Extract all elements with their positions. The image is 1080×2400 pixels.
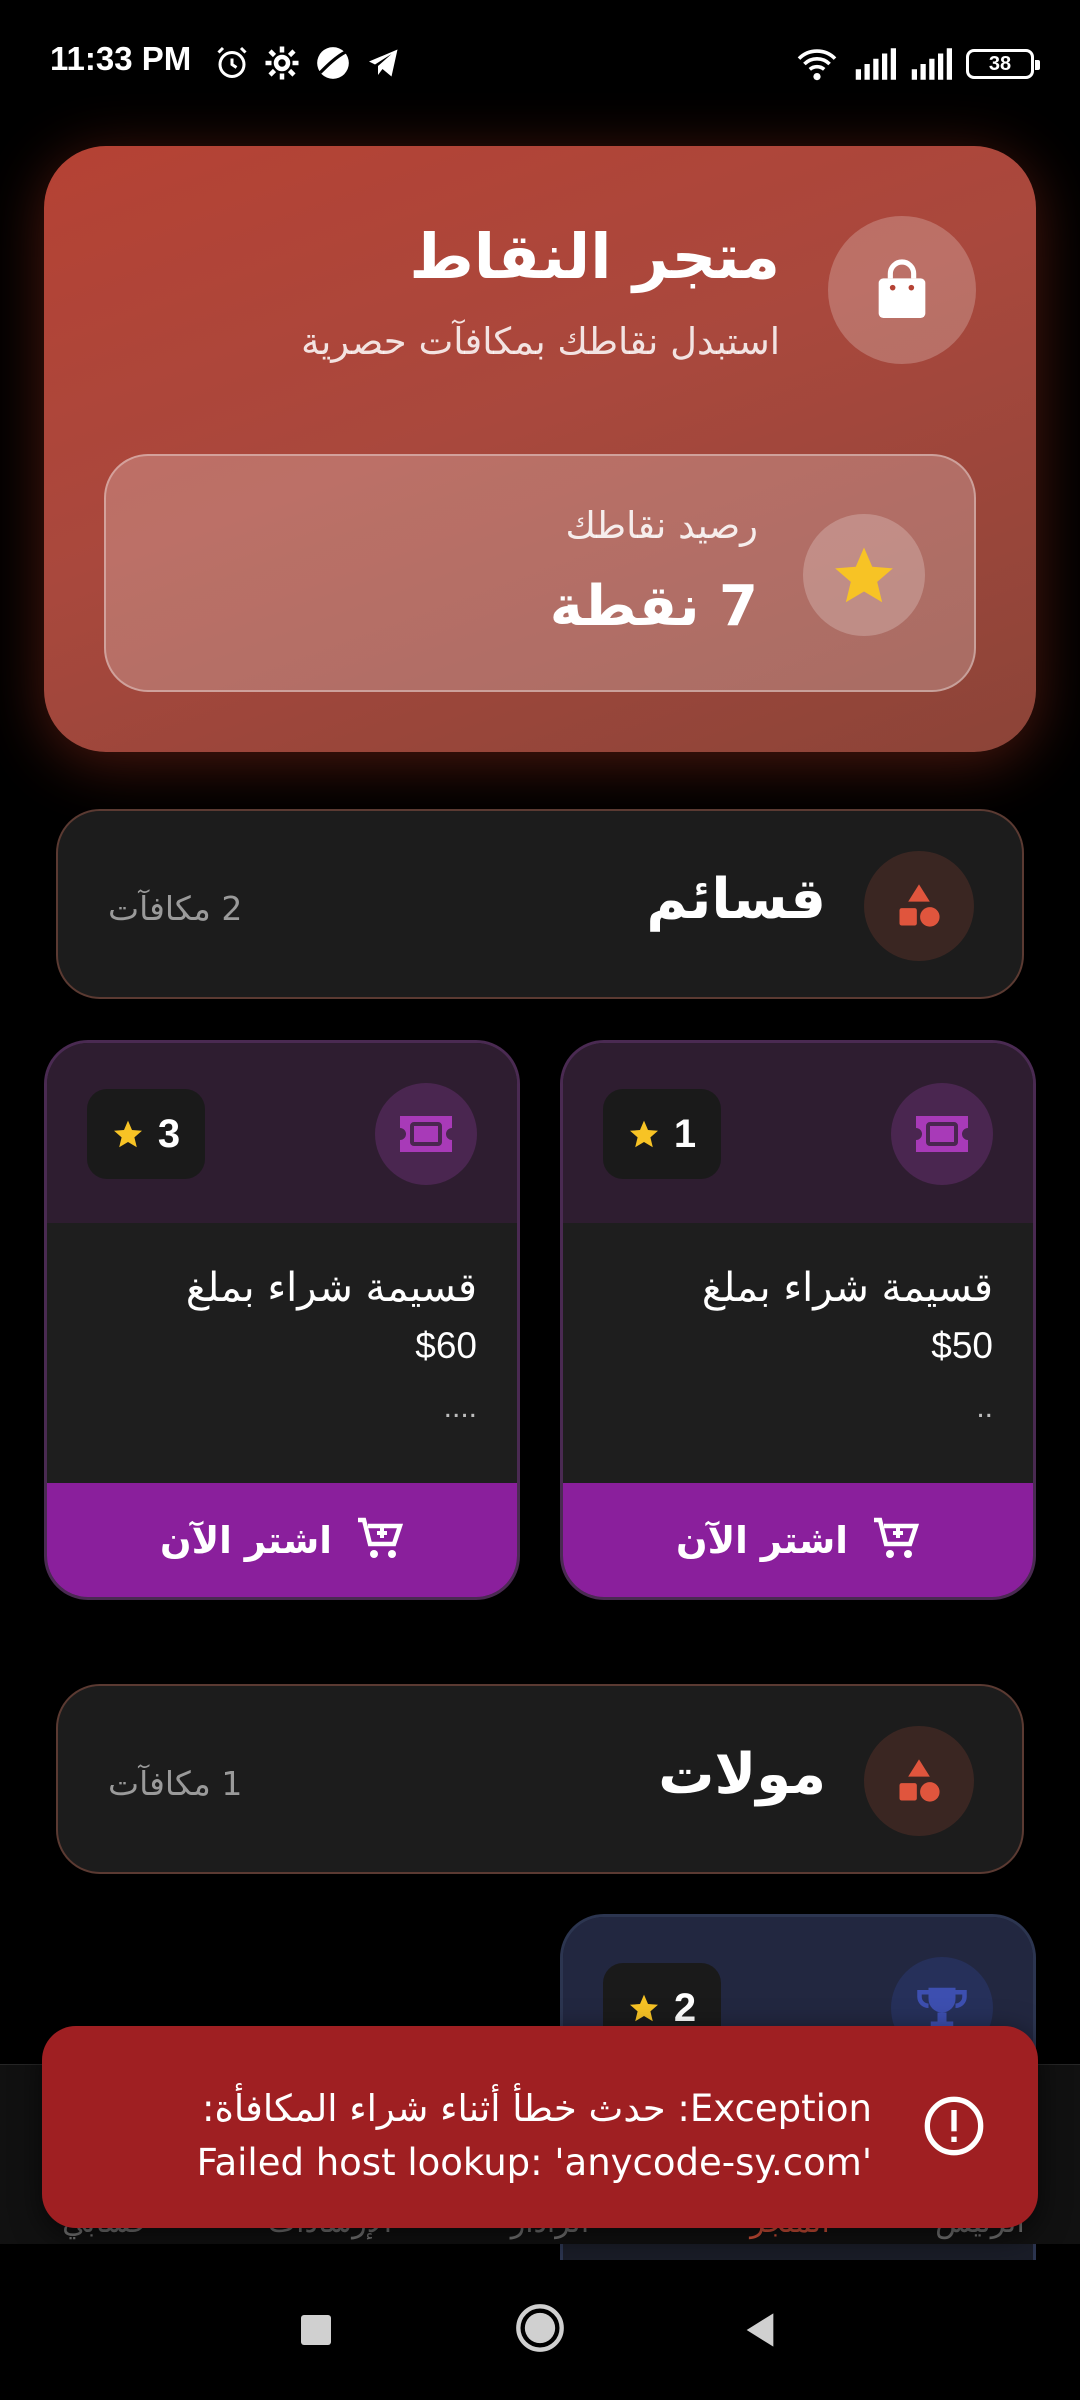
star-icon [629,1994,658,2022]
signal-icon [911,48,952,80]
buy-now-button[interactable]: اشتر الآن [563,1483,1033,1597]
error-snackbar: Exception: حدث خطأ أثناء شراء المكافأة: … [42,2026,1038,2228]
shapes-icon [864,1726,974,1836]
telegram-icon [369,49,398,77]
wifi-icon [797,49,837,81]
shopping-bag-icon [828,216,976,364]
error-circle-icon [924,2096,984,2156]
product-description: .... [443,1391,477,1424]
product-title: قسيمة شراء بملغ [185,1265,477,1311]
recents-button[interactable] [298,2312,334,2348]
points-cost: 1 [673,1111,697,1156]
balance-label: رصيد نقاطك [565,504,758,547]
product-card[interactable]: 3 قسيمة شراء بملغ $60 .... اشتر الآن [44,1040,520,1600]
ticket-icon [375,1083,477,1185]
planet-icon [317,47,349,79]
points-store-header: متجر النقاط استبدل نقاطك بمكافآت حصرية ر… [44,146,1036,752]
category-header-malls[interactable]: مولات 1 مكافآت [56,1684,1024,1874]
product-price: $60 [415,1325,477,1366]
buy-now-button[interactable]: اشتر الآن [47,1483,517,1597]
buy-now-label: اشتر الآن [160,1518,332,1562]
cart-icon [873,1517,919,1558]
back-button[interactable] [740,2310,780,2350]
gear-icon [265,46,299,80]
category-title: قسائم [646,867,826,932]
points-balance-card: رصيد نقاطك 7 نقطة [104,454,976,692]
category-header-vouchers[interactable]: قسائم 2 مكافآت [56,809,1024,999]
category-count: 1 مكافآت [108,1764,243,1803]
product-price: $50 [931,1325,993,1366]
star-icon [113,1120,142,1148]
product-title: قسيمة شراء بملغ [701,1265,993,1311]
error-message: Exception: حدث خطأ أثناء شراء المكافأة: … [196,2087,872,2184]
alarm-icon [217,46,247,78]
ticket-icon [891,1083,993,1185]
page-subtitle: استبدل نقاطك بمكافآت حصرية [301,320,780,363]
points-cost: 3 [157,1111,181,1156]
status-bar: 11:33 PM 38 [0,0,1080,130]
shapes-icon [864,851,974,961]
points-cost: 2 [673,1985,697,2030]
page-title: متجر النقاط [409,220,780,293]
product-description: .. [976,1391,993,1424]
signal-icon [855,48,896,80]
system-navigation-bar [0,2260,1080,2400]
star-icon [803,514,925,636]
status-time: 11:33 PM [50,40,192,77]
product-card[interactable]: 1 قسيمة شراء بملغ $50 .. اشتر الآن [560,1040,1036,1600]
balance-value: 7 نقطة [549,574,758,639]
category-title: مولات [658,1742,826,1807]
cart-icon [357,1517,403,1558]
battery-icon: 38 [966,49,1040,79]
home-button[interactable] [514,2302,566,2354]
category-count: 2 مكافآت [108,889,243,928]
star-icon [629,1120,658,1148]
points-badge: 3 [87,1089,205,1179]
points-badge: 1 [603,1089,721,1179]
buy-now-label: اشتر الآن [676,1518,848,1562]
